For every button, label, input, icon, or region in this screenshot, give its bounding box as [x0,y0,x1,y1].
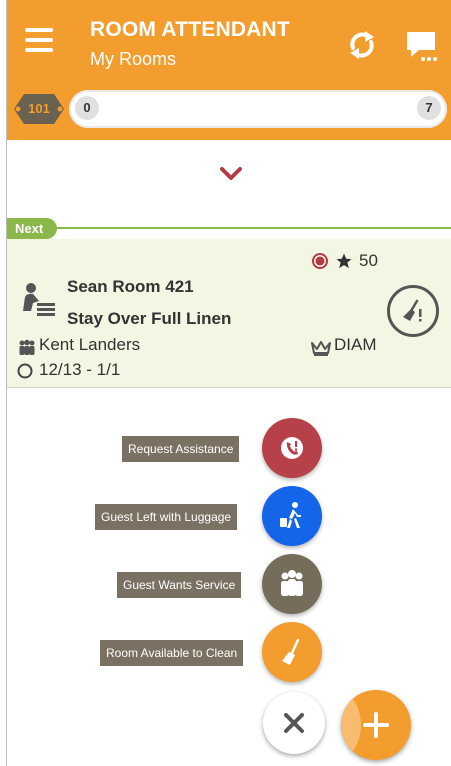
progress-end: 7 [417,96,441,120]
guest-name: Kent Landers [39,335,141,354]
close-menu-button[interactable] [263,692,325,754]
guest-left-luggage-button[interactable] [262,486,322,546]
stay-dates-icon [17,363,33,379]
guest-left-luggage-label[interactable]: Guest Left with Luggage [95,504,238,530]
stay-dates: 12/13 - 1/1 [39,360,121,379]
start-cleaning-button[interactable] [387,285,439,337]
room-name: Sean Room 421 [67,277,194,296]
room-count-badge: 101 [12,92,66,126]
room-available-label[interactable]: Room Available to Clean [100,640,244,666]
close-icon [284,713,304,733]
stay-over-linen-icon [23,283,55,316]
page-subtitle: My Rooms [90,49,177,69]
next-room-card[interactable]: 50 Sean Room 421 Stay Over Full Linen Ke… [7,239,451,388]
room-points: 50 [359,251,378,270]
app-bar: ROOM ATTENDANT My Rooms [7,0,451,82]
guest-wants-service-label[interactable]: Guest Wants Service [117,572,242,598]
progress-track: 0 7 [69,90,447,128]
menu-icon[interactable] [25,28,53,54]
page-title: ROOM ATTENDANT [90,18,290,41]
group-people-icon [281,570,303,596]
broom-alert-icon [403,299,422,322]
next-tag: Next [7,218,57,239]
progress-start: 0 [75,96,99,120]
add-action-button[interactable] [341,690,411,760]
request-assistance-label[interactable]: Request Assistance [122,436,240,462]
sync-icon[interactable] [345,28,379,62]
broom-icon [282,638,300,665]
star-icon [336,253,352,269]
phone-alert-icon [281,437,303,459]
crown-icon [311,341,331,356]
request-assistance-button[interactable] [262,418,322,478]
chevron-down-icon[interactable] [219,166,243,182]
service-type: Stay Over Full Linen [67,309,232,328]
walking-luggage-icon [280,502,301,528]
guest-status-icon [312,253,328,269]
plus-icon [363,712,389,738]
guest-wants-service-button[interactable] [262,554,322,614]
room-available-button[interactable] [262,622,322,682]
vip-level: DIAM [334,335,377,354]
progress-strip: 101 0 7 [7,82,451,140]
next-divider [7,227,451,229]
message-icon[interactable] [405,30,437,62]
app-screen: ROOM ATTENDANT My Rooms 101 0 7 Next 50 … [6,0,451,766]
room-badge-number: 101 [28,101,50,116]
guests-icon [19,339,35,355]
